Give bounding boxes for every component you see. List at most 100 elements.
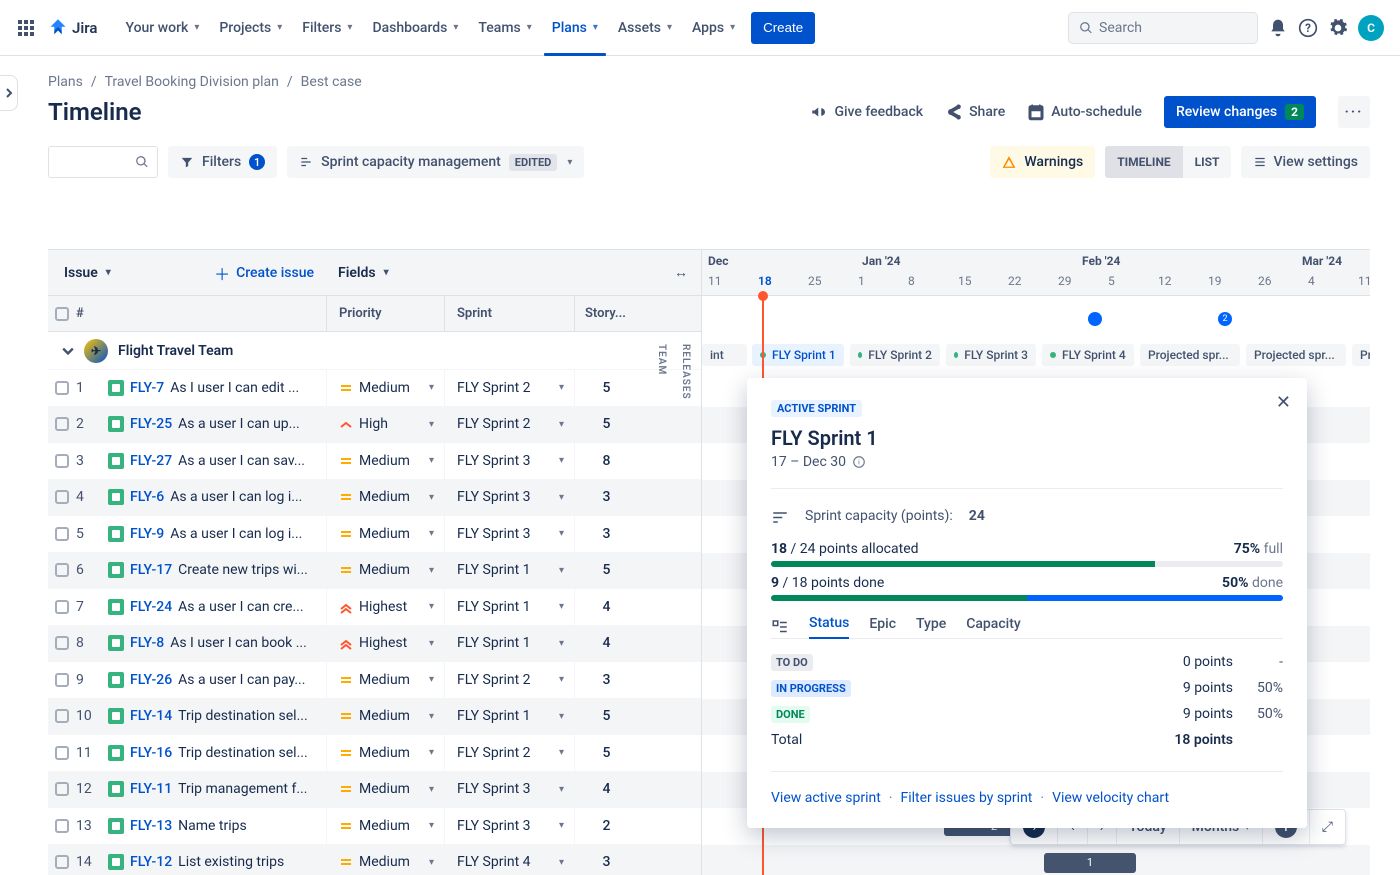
review-changes-button[interactable]: Review changes 2 [1164, 96, 1316, 128]
chevron-down-icon[interactable]: ▾ [559, 601, 574, 612]
chevron-down-icon[interactable]: ▾ [429, 382, 444, 393]
issue-key[interactable]: FLY-27 [130, 453, 172, 469]
issue-key[interactable]: FLY-9 [130, 526, 164, 542]
row-checkbox[interactable] [55, 782, 69, 796]
chevron-down-icon[interactable]: ▾ [429, 857, 444, 868]
give-feedback-button[interactable]: Give feedback [810, 103, 923, 121]
nav-item-assets[interactable]: Assets▾ [610, 12, 680, 44]
row-checkbox[interactable] [55, 527, 69, 541]
row-checkbox[interactable] [55, 417, 69, 431]
table-row[interactable]: 5FLY-9As a user I can log i...Medium▾FLY… [48, 516, 701, 553]
team-group-row[interactable]: ✈ Flight Travel Team [48, 332, 701, 370]
chevron-down-icon[interactable]: ▾ [429, 492, 444, 503]
issue-key[interactable]: FLY-26 [130, 672, 172, 688]
sprint-bar[interactable]: FLY Sprint 2 [850, 344, 940, 366]
notifications-icon[interactable] [1268, 12, 1288, 44]
chevron-down-icon[interactable]: ▾ [429, 820, 444, 831]
help-icon[interactable]: ? [1298, 12, 1318, 44]
chevron-down-icon[interactable]: ▾ [559, 784, 574, 795]
view-velocity-link[interactable]: View velocity chart [1052, 790, 1169, 806]
avatar[interactable]: C [1358, 15, 1384, 41]
sprint-bar[interactable]: Projected spr... [1140, 344, 1240, 366]
row-checkbox[interactable] [55, 600, 69, 614]
chevron-down-icon[interactable]: ▾ [559, 857, 574, 868]
issue-key[interactable]: FLY-12 [130, 854, 172, 870]
sprint-bar[interactable]: FLY Sprint 3 [946, 344, 1036, 366]
sprint-bar[interactable]: int [702, 344, 747, 366]
row-checkbox[interactable] [55, 381, 69, 395]
chevron-down-icon[interactable]: ▾ [559, 674, 574, 685]
jira-logo[interactable]: Jira [44, 12, 101, 44]
chevron-down-icon[interactable]: ▾ [559, 747, 574, 758]
table-row[interactable]: 2FLY-25As a user I can up...High▾FLY Spr… [48, 407, 701, 444]
row-checkbox[interactable] [55, 709, 69, 723]
nav-item-dashboards[interactable]: Dashboards▾ [364, 12, 466, 44]
row-checkbox[interactable] [55, 454, 69, 468]
issue-key[interactable]: FLY-17 [130, 562, 172, 578]
chevron-down-icon[interactable]: ▾ [559, 565, 574, 576]
nav-item-your-work[interactable]: Your work▾ [117, 12, 207, 44]
settings-icon[interactable] [1328, 12, 1348, 44]
tab-type[interactable]: Type [916, 616, 946, 638]
breadcrumb-item[interactable]: Plans [48, 74, 83, 90]
tab-status[interactable]: Status [809, 615, 849, 639]
chevron-down-icon[interactable]: ▾ [559, 382, 574, 393]
table-row[interactable]: 13FLY-13Name tripsMedium▾FLY Sprint 3▾2 [48, 808, 701, 845]
table-row[interactable]: 3FLY-27As a user I can sav...Medium▾FLY … [48, 443, 701, 480]
chevron-down-icon[interactable]: ▾ [559, 455, 574, 466]
issue-key[interactable]: FLY-6 [130, 489, 164, 505]
table-row[interactable]: 1FLY-7As I user I can edit ...Medium▾FLY… [48, 370, 701, 407]
expand-columns-button[interactable]: ↔ [661, 264, 701, 281]
table-row[interactable]: 12FLY-11Trip management f...Medium▾FLY S… [48, 772, 701, 809]
chevron-down-icon[interactable]: ▾ [559, 820, 574, 831]
row-checkbox[interactable] [55, 673, 69, 687]
sprint-bar[interactable]: FLY Sprint 1 [752, 344, 844, 366]
column-fields-header[interactable]: Fields [338, 265, 376, 281]
sidebar-expand-button[interactable] [0, 75, 18, 111]
row-checkbox[interactable] [55, 855, 69, 869]
nav-item-filters[interactable]: Filters▾ [294, 12, 360, 44]
tab-epic[interactable]: Epic [869, 616, 896, 638]
view-settings-button[interactable]: View settings [1241, 146, 1370, 178]
share-button[interactable]: Share [945, 103, 1005, 121]
chevron-down-icon[interactable]: ▾ [559, 492, 574, 503]
nav-item-plans[interactable]: Plans▾ [544, 12, 606, 44]
table-row[interactable]: 11FLY-16Trip destination sel...Medium▾FL… [48, 735, 701, 772]
breadcrumb-item[interactable]: Best case [301, 74, 362, 90]
table-row[interactable]: 8FLY-8As I user I can book ...Highest▾FL… [48, 626, 701, 663]
chevron-down-icon[interactable]: ▾ [429, 528, 444, 539]
row-checkbox[interactable] [55, 636, 69, 650]
chevron-down-icon[interactable]: ▾ [429, 784, 444, 795]
info-icon[interactable]: i [852, 455, 866, 469]
issue-key[interactable]: FLY-16 [130, 745, 172, 761]
filters-button[interactable]: Filters 1 [168, 146, 277, 178]
chevron-down-icon[interactable]: ▾ [559, 711, 574, 722]
app-switcher-icon[interactable] [16, 12, 36, 44]
more-menu-button[interactable]: ··· [1338, 96, 1370, 128]
view-mode-timeline[interactable]: TIMELINE [1105, 146, 1182, 178]
chevron-down-icon[interactable]: ▾ [429, 747, 444, 758]
group-by-icon[interactable] [771, 618, 789, 636]
sprint-bar[interactable]: Projected spr... [1246, 344, 1346, 366]
chevron-down-icon[interactable]: ▾ [429, 455, 444, 466]
issue-key[interactable]: FLY-11 [130, 781, 172, 797]
table-row[interactable]: 4FLY-6As a user I can log i...Medium▾FLY… [48, 480, 701, 517]
sprint-bar[interactable]: Proj [1352, 344, 1370, 366]
column-issue-header[interactable]: Issue [64, 265, 98, 281]
chevron-down-icon[interactable]: ▾ [429, 565, 444, 576]
sprint-bar[interactable]: FLY Sprint 4 [1042, 344, 1134, 366]
view-mode-list[interactable]: LIST [1183, 146, 1232, 178]
row-checkbox[interactable] [55, 563, 69, 577]
table-row[interactable]: 7FLY-24As a user I can cre...Highest▾FLY… [48, 589, 701, 626]
close-icon[interactable]: ✕ [1276, 392, 1291, 413]
chevron-down-icon[interactable]: ▾ [559, 528, 574, 539]
auto-schedule-button[interactable]: Auto-schedule [1027, 103, 1142, 121]
search-input[interactable]: Search [1068, 12, 1258, 44]
chevron-down-icon[interactable]: ▾ [559, 419, 574, 430]
issue-key[interactable]: FLY-14 [130, 708, 172, 724]
table-row[interactable]: 10FLY-14Trip destination sel...Medium▾FL… [48, 699, 701, 736]
plan-search-input[interactable] [48, 146, 158, 178]
issue-key[interactable]: FLY-7 [130, 380, 164, 396]
nav-item-projects[interactable]: Projects▾ [211, 12, 290, 44]
chevron-down-icon[interactable]: ▾ [429, 711, 444, 722]
